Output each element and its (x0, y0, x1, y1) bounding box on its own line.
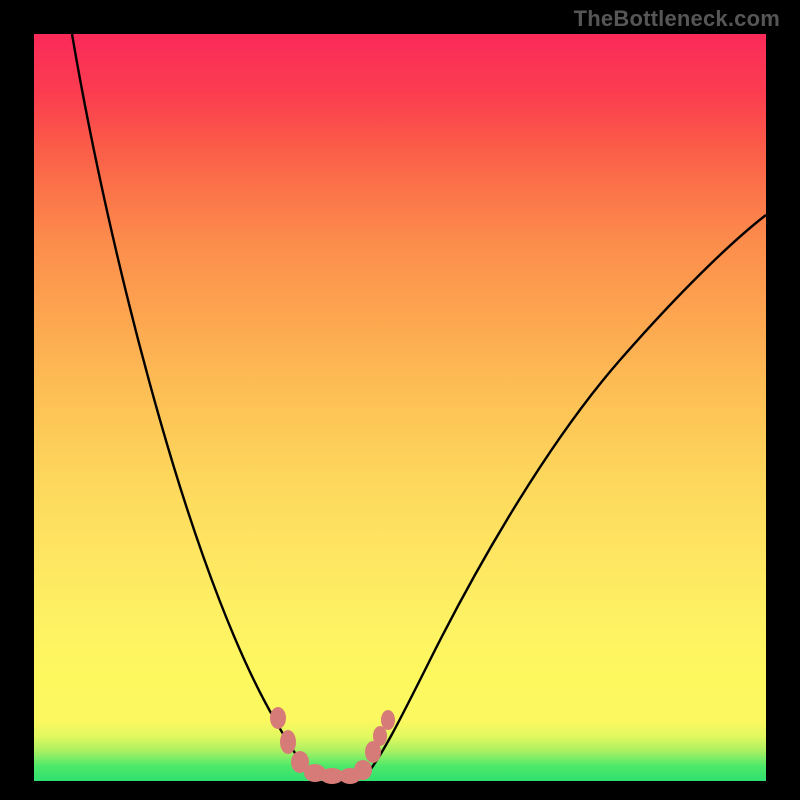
chart-canvas: TheBottleneck.com (0, 0, 800, 800)
left-curve (72, 34, 318, 779)
marker-dot (280, 730, 296, 754)
attribution-watermark: TheBottleneck.com (574, 6, 780, 32)
marker-dot (373, 726, 387, 746)
marker-dot (354, 760, 372, 780)
marker-dot (381, 710, 395, 730)
right-curve (363, 215, 766, 779)
curve-overlay (0, 0, 800, 800)
marker-group (270, 707, 395, 784)
marker-dot (270, 707, 286, 729)
